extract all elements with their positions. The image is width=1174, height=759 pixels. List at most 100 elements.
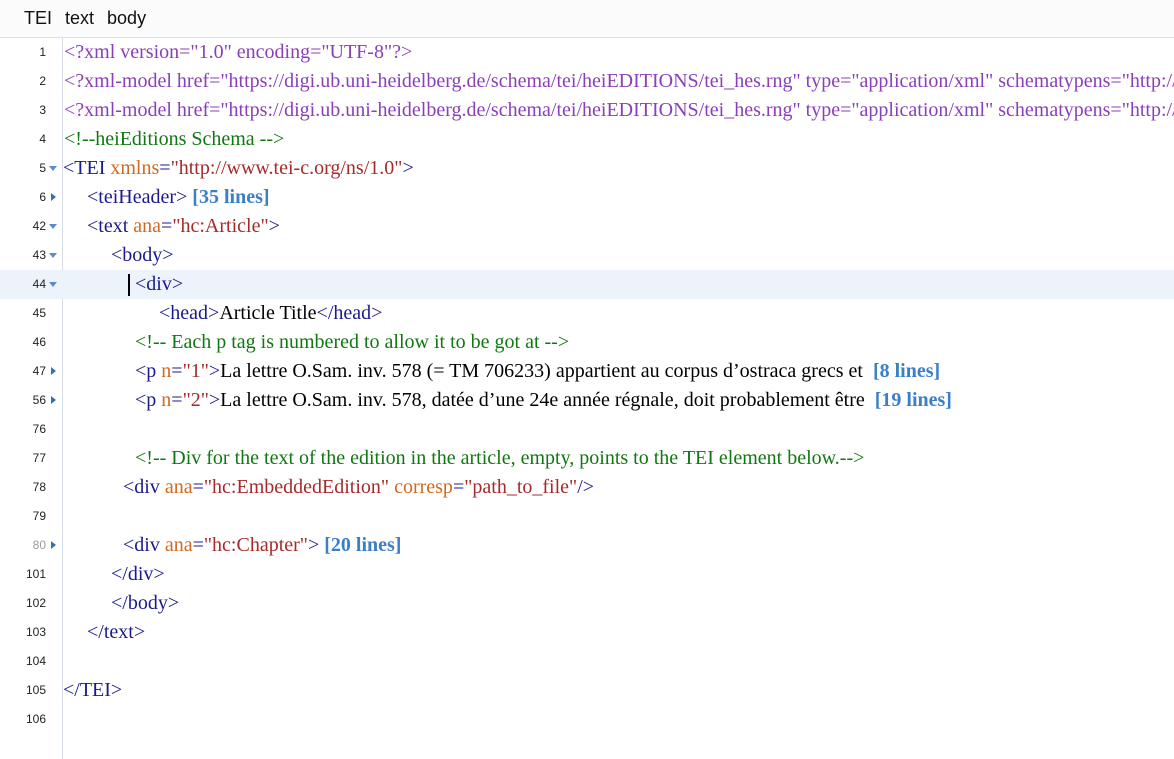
tag: <TEI (63, 157, 111, 179)
fold-collapsed-icon[interactable] (49, 193, 57, 202)
attribute-name: corresp (394, 476, 453, 498)
tag: </div> (111, 563, 165, 585)
breadcrumb-item-body[interactable]: body (107, 8, 146, 29)
line-number: 102 (25, 596, 46, 610)
tag: <div> (135, 273, 184, 295)
code-line[interactable]: 78 <div ana="hc:EmbeddedEdition" corresp… (0, 473, 1174, 502)
code-text: <p n="1">La lettre O.Sam. inv. 578 (= TM… (135, 357, 940, 386)
line-number: 47 (32, 364, 46, 378)
collapsed-lines-badge[interactable]: [19 lines] (875, 389, 952, 411)
code-line[interactable]: 105 </TEI> (0, 676, 1174, 705)
equals-sign: = (171, 389, 183, 411)
attribute-name: xmlns (110, 157, 160, 179)
attribute-value: "http://www.tei-c.org/ns/1.0" (170, 157, 403, 179)
collapsed-lines-badge[interactable]: [8 lines] (873, 360, 940, 382)
code-line[interactable]: 6 <teiHeader> [35 lines] (0, 183, 1174, 212)
fold-expanded-icon[interactable] (49, 223, 57, 231)
code-text: <p n="2">La lettre O.Sam. inv. 578, daté… (135, 386, 952, 415)
code-text: <div ana="hc:Chapter"> [20 lines] (123, 531, 401, 560)
line-number: 2 (39, 74, 46, 88)
code-line[interactable]: 1 <?xml version="1.0" encoding="UTF-8"?> (0, 38, 1174, 67)
code-line[interactable]: 4 <!--heiEditions Schema --> (0, 125, 1174, 154)
code-line[interactable]: 106 (0, 705, 1174, 734)
breadcrumb-item-tei[interactable]: TEI (24, 8, 52, 29)
fold-expanded-icon[interactable] (49, 281, 57, 289)
tag: </text> (87, 621, 146, 643)
tag: <p (135, 360, 162, 382)
line-number: 5 (39, 161, 46, 175)
code-line[interactable]: 101 </div> (0, 560, 1174, 589)
code-line[interactable]: 56 <p n="2">La lettre O.Sam. inv. 578, d… (0, 386, 1174, 415)
tag: <div (123, 534, 165, 556)
comment: <!-- Each p tag is numbered to allow it … (135, 331, 570, 353)
line-number: 77 (32, 451, 46, 465)
breadcrumb-item-text[interactable]: text (65, 8, 94, 29)
line-number: 80 (32, 538, 46, 552)
line-number: 79 (32, 509, 46, 523)
equals-sign: = (192, 534, 204, 556)
attribute-value: "1" (182, 360, 209, 382)
code-line[interactable]: 79 (0, 502, 1174, 531)
code-line[interactable]: 102 </body> (0, 589, 1174, 618)
processing-instruction: <?xml version="1.0" encoding="UTF-8"?> (64, 41, 413, 63)
line-number: 43 (32, 248, 46, 262)
tag: <div (123, 476, 165, 498)
element-text: La lettre O.Sam. inv. 578, datée d’une 2… (220, 389, 865, 411)
tag: <text (87, 215, 134, 237)
attribute-value: "hc:Article" (172, 215, 269, 237)
line-number: 4 (39, 132, 46, 146)
line-number: 104 (25, 654, 46, 668)
code-line[interactable]: 3 <?xml-model href="https://digi.ub.uni-… (0, 96, 1174, 125)
processing-instruction: <?xml-model href="https://digi.ub.uni-he… (64, 70, 1174, 92)
code-line[interactable]: 80 <div ana="hc:Chapter"> [20 lines] (0, 531, 1174, 560)
fold-collapsed-icon[interactable] (49, 396, 57, 405)
fold-expanded-icon[interactable] (49, 165, 57, 173)
code-line[interactable]: 76 (0, 415, 1174, 444)
attribute-name: ana (164, 476, 193, 498)
code-line[interactable]: 5 <TEI xmlns="http://www.tei-c.org/ns/1.… (0, 154, 1174, 183)
code-line[interactable]: 43 <body> (0, 241, 1174, 270)
collapsed-lines-badge[interactable]: [20 lines] (324, 534, 401, 556)
processing-instruction: <?xml-model href="https://digi.ub.uni-he… (64, 99, 1174, 121)
breadcrumb: TEI text body (0, 0, 1174, 38)
line-number: 56 (32, 393, 46, 407)
tag: > (208, 389, 221, 411)
code-line[interactable]: 2 <?xml-model href="https://digi.ub.uni-… (0, 67, 1174, 96)
collapsed-lines-badge[interactable]: [35 lines] (192, 186, 269, 208)
code-text: <div ana="hc:EmbeddedEdition" corresp="p… (123, 473, 594, 502)
attribute-value: "hc:EmbeddedEdition" (203, 476, 390, 498)
fold-expanded-icon[interactable] (49, 252, 57, 260)
attribute-value: "path_to_file" (464, 476, 578, 498)
tag: > (268, 215, 280, 237)
line-number: 105 (25, 683, 46, 697)
code-line[interactable]: 42 <text ana="hc:Article"> (0, 212, 1174, 241)
tag: > (402, 157, 414, 179)
code-line[interactable]: 77 <!-- Div for the text of the edition … (0, 444, 1174, 473)
line-number: 46 (32, 335, 46, 349)
comment: <!-- Div for the text of the edition in … (135, 447, 865, 469)
tag: <teiHeader> (87, 186, 188, 208)
tag: </body> (111, 592, 180, 614)
fold-collapsed-icon[interactable] (49, 541, 57, 550)
equals-sign: = (452, 476, 465, 498)
element-text: Article Title (219, 302, 317, 324)
line-number: 45 (32, 306, 46, 320)
tag: /> (577, 476, 595, 498)
line-number: 1 (39, 45, 46, 59)
line-number: 76 (32, 422, 46, 436)
code-line[interactable]: 103 </text> (0, 618, 1174, 647)
code-editor[interactable]: 1 <?xml version="1.0" encoding="UTF-8"?>… (0, 38, 1174, 759)
fold-collapsed-icon[interactable] (49, 367, 57, 376)
attribute-name: n (161, 389, 172, 411)
code-line[interactable]: 47 <p n="1">La lettre O.Sam. inv. 578 (=… (0, 357, 1174, 386)
tag: <p (135, 389, 162, 411)
code-text: <head>Article Title</head> (159, 299, 382, 328)
attribute-name: n (161, 360, 172, 382)
line-number: 6 (39, 190, 46, 204)
code-line[interactable]: 46 <!-- Each p tag is numbered to allow … (0, 328, 1174, 357)
line-number: 103 (25, 625, 46, 639)
code-line[interactable]: 104 (0, 647, 1174, 676)
code-line[interactable]: 45 <head>Article Title</head> (0, 299, 1174, 328)
code-line-current[interactable]: 44 <div> (0, 270, 1174, 299)
attribute-value: "2" (182, 389, 209, 411)
